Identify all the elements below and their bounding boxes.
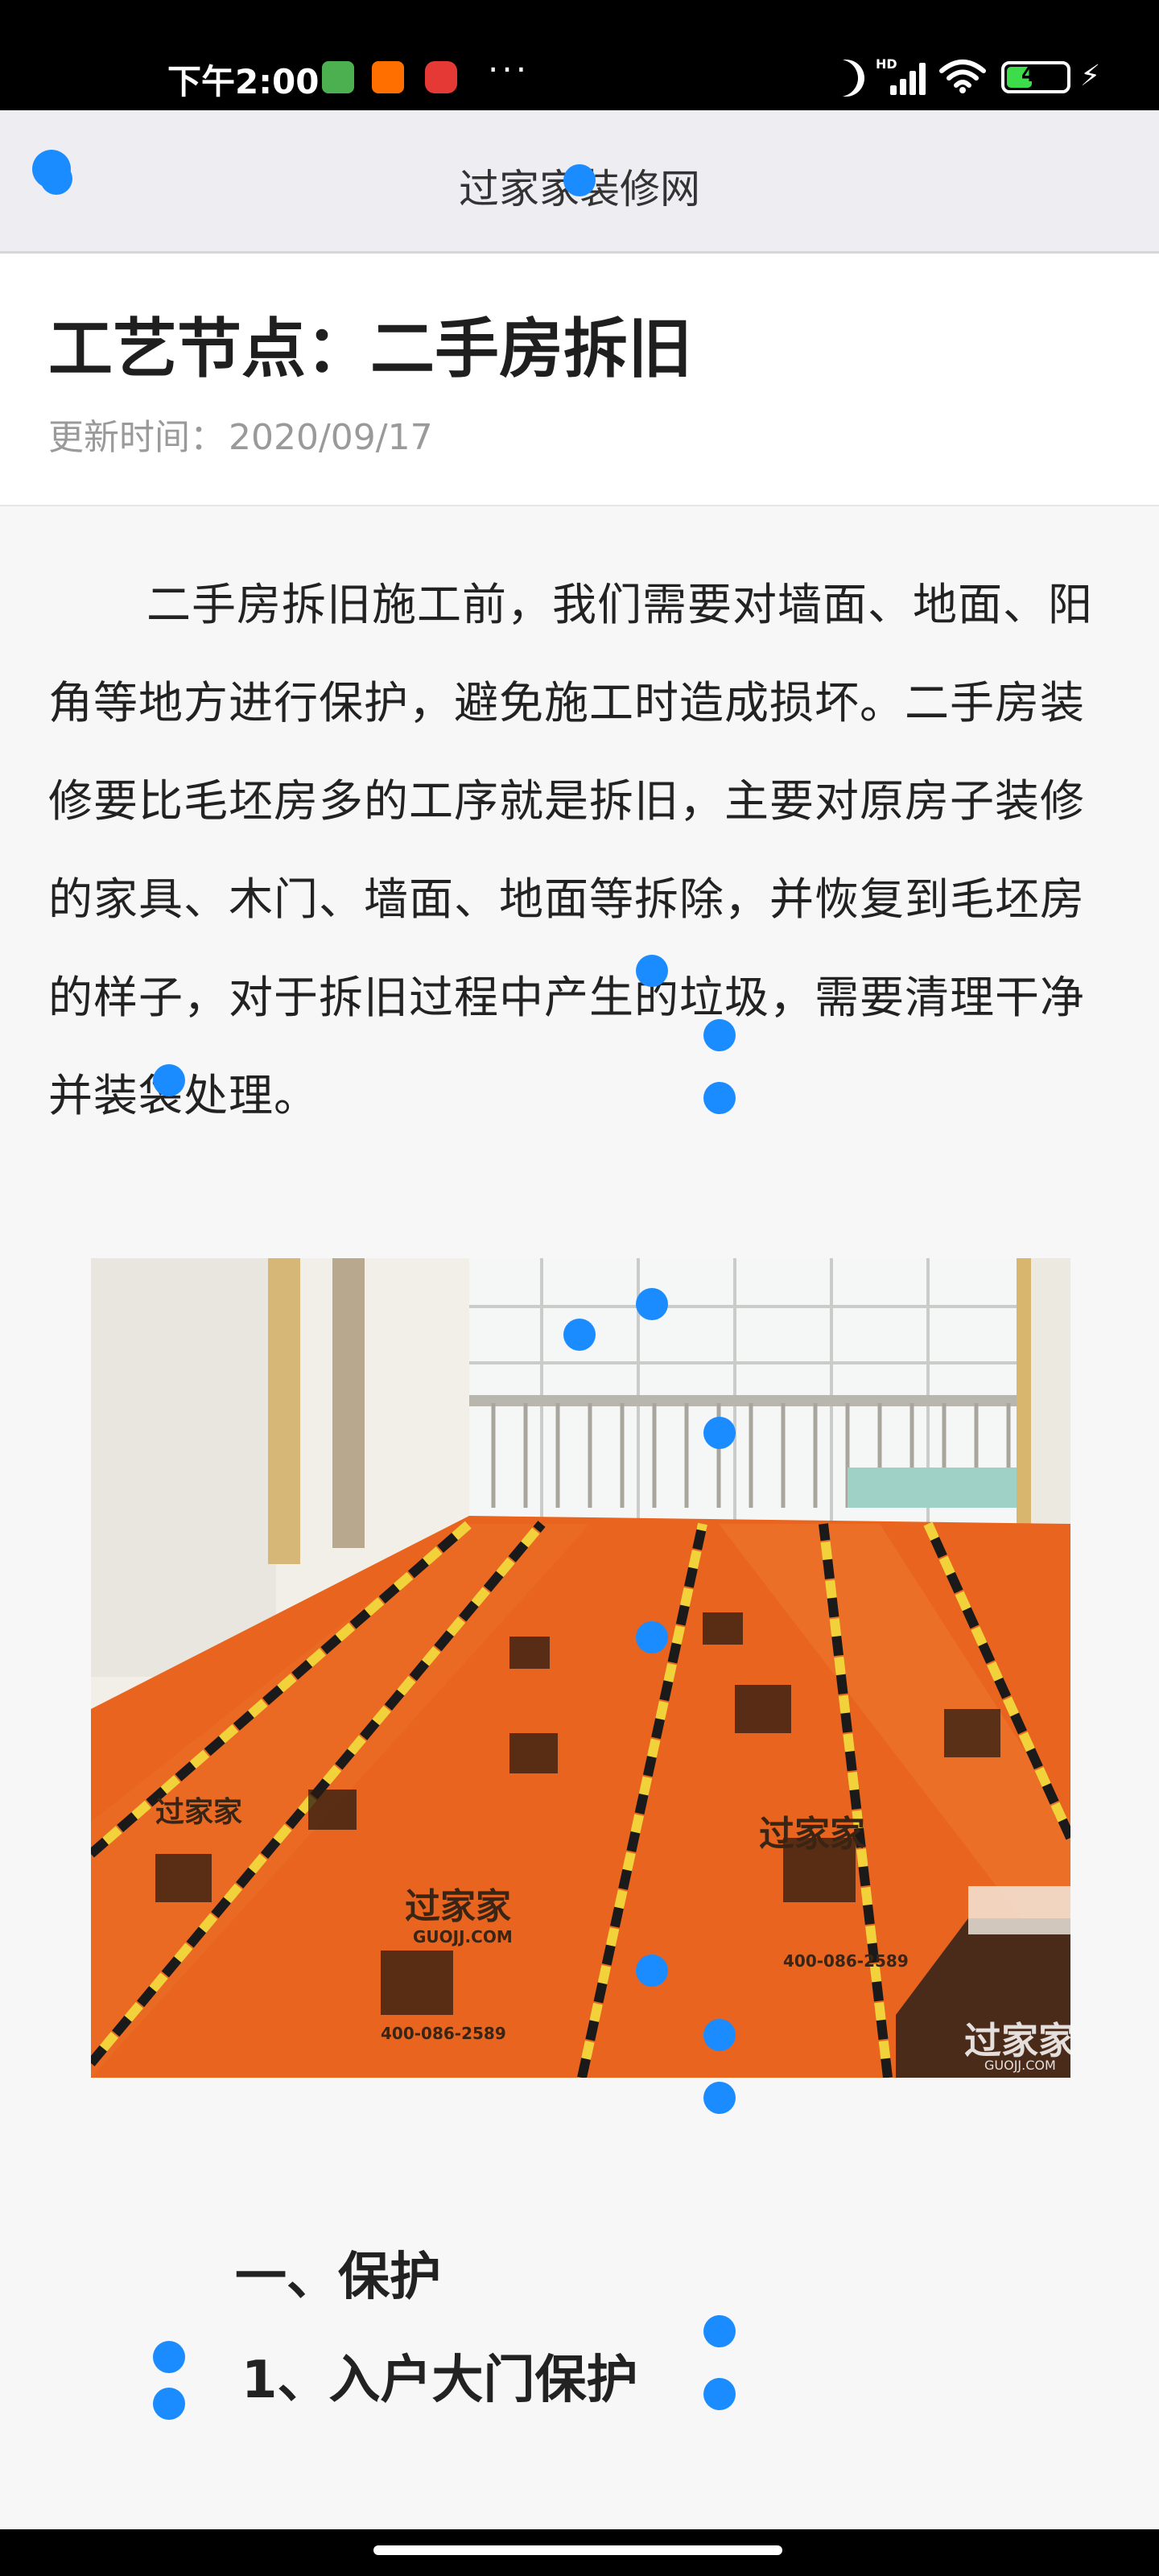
film-brand-text: 过家家 bbox=[155, 1796, 242, 1829]
film-brand-text: 过家家 bbox=[759, 1814, 865, 1855]
touch-dot bbox=[40, 163, 72, 195]
film-phone-text: 400-086-2589 bbox=[381, 2024, 506, 2043]
touch-dot bbox=[703, 2019, 736, 2051]
update-time: 更新时间：2020/09/17 bbox=[48, 408, 433, 460]
charging-icon: ⚡ bbox=[1080, 60, 1101, 93]
article-header: 工艺节点：二手房拆旧 更新时间：2020/09/17 bbox=[0, 254, 1159, 506]
touch-dot bbox=[563, 164, 596, 196]
update-label: 更新时间： bbox=[48, 417, 225, 458]
update-date: 2020/09/17 bbox=[229, 417, 433, 458]
touch-dot bbox=[636, 1288, 668, 1320]
article-paragraph: 二手房拆旧施工前，我们需要对墙面、地面、阳角等地方进行保护，避免施工时造成损坏。… bbox=[48, 579, 1094, 1121]
touch-dot bbox=[636, 1621, 668, 1653]
more-notifications-icon: ··· bbox=[488, 50, 530, 89]
film-site-text: GUOJJ.COM bbox=[413, 1927, 513, 1946]
sub-heading: 1、入户大门保护 bbox=[241, 2351, 638, 2410]
touch-dot bbox=[703, 2315, 736, 2347]
film-brand-text: 过家家 bbox=[405, 1886, 511, 1927]
touch-dot bbox=[153, 2388, 185, 2420]
home-indicator[interactable] bbox=[373, 2545, 782, 2555]
battery-level: 40 bbox=[1021, 63, 1051, 87]
touch-dot bbox=[636, 955, 668, 987]
touch-dot bbox=[703, 2082, 736, 2114]
film-phone-text: 400-086-2589 bbox=[783, 1951, 909, 1971]
touch-dot bbox=[703, 1019, 736, 1051]
touch-dot bbox=[703, 1082, 736, 1114]
photo-watermark-sub: GUOJJ.COM bbox=[984, 2058, 1056, 2073]
signal-icon bbox=[879, 60, 926, 95]
status-time: 下午2:00 bbox=[167, 62, 320, 101]
orange-app-icon bbox=[372, 61, 404, 93]
green-app-icon bbox=[322, 61, 354, 93]
article-photo: 过家家 过家家 GUOJJ.COM 过家家 400-086-2589 400-0… bbox=[91, 1258, 1070, 2078]
red-app-icon bbox=[425, 61, 457, 93]
photo-watermark: 过家家 bbox=[964, 2019, 1070, 2062]
section-heading: 一、保护 bbox=[235, 2248, 441, 2307]
touch-dot bbox=[153, 1064, 185, 1096]
moon-icon bbox=[827, 60, 864, 97]
touch-dot bbox=[636, 1955, 668, 1987]
battery-icon: 40 bbox=[1001, 61, 1070, 93]
touch-dot bbox=[703, 1417, 736, 1449]
status-bar: 下午2:00 ··· HD 40 ⚡ bbox=[0, 0, 1159, 110]
page-title: 工艺节点：二手房拆旧 bbox=[48, 312, 692, 386]
touch-dot bbox=[563, 1319, 596, 1351]
wifi-icon bbox=[939, 60, 986, 93]
touch-dot bbox=[703, 2378, 736, 2410]
touch-dot bbox=[153, 2341, 185, 2373]
